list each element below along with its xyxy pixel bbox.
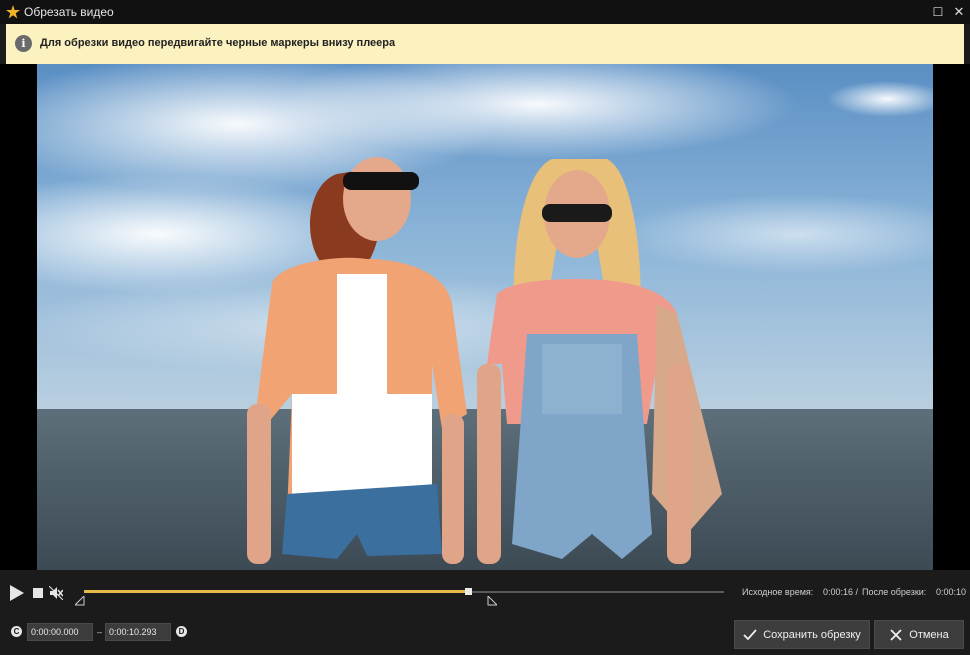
play-icon[interactable] — [10, 585, 24, 601]
cancel-button[interactable]: Отмена — [874, 620, 964, 649]
trim-end-marker[interactable] — [487, 596, 498, 606]
info-icon: i — [15, 35, 32, 52]
stop-icon[interactable] — [33, 588, 43, 598]
save-trim-button[interactable]: Сохранить обрезку — [734, 620, 870, 649]
mute-icon[interactable] — [49, 586, 63, 600]
app-icon — [6, 5, 20, 19]
source-time-value: 0:00:16 / — [823, 587, 859, 597]
info-message: Для обрезки видео передвигайте черные ма… — [40, 37, 396, 49]
video-player[interactable] — [0, 64, 970, 570]
maximize-button[interactable]: ☐ — [929, 3, 947, 21]
info-banner: i Для обрезки видео передвигайте черные … — [6, 24, 964, 64]
window-title: Обрезать видео — [24, 5, 114, 19]
set-start-icon[interactable]: C — [11, 626, 22, 637]
maximize-icon: ☐ — [932, 5, 944, 19]
after-trim-value: 0:00:10 — [936, 587, 967, 597]
range-separator: – — [97, 627, 103, 637]
trim-start-marker[interactable] — [75, 596, 85, 606]
close-button[interactable]: ✕ — [950, 3, 968, 21]
set-end-icon[interactable]: D — [176, 626, 187, 637]
close-x-icon — [890, 628, 902, 641]
video-frame — [37, 64, 933, 570]
title-bar: Обрезать видео ☐ ✕ — [0, 0, 970, 24]
checkmark-icon — [743, 628, 757, 640]
timeline-progress — [84, 590, 468, 593]
playhead-handle[interactable] — [465, 588, 472, 595]
after-trim-label: После обрезки: — [862, 587, 927, 597]
trim-end-input[interactable] — [105, 623, 171, 641]
trim-start-input[interactable] — [27, 623, 93, 641]
source-time-label: Исходное время: — [742, 587, 814, 597]
close-icon: ✕ — [953, 4, 965, 19]
cancel-label: Отмена — [909, 628, 949, 641]
save-trim-label: Сохранить обрезку — [763, 628, 861, 641]
